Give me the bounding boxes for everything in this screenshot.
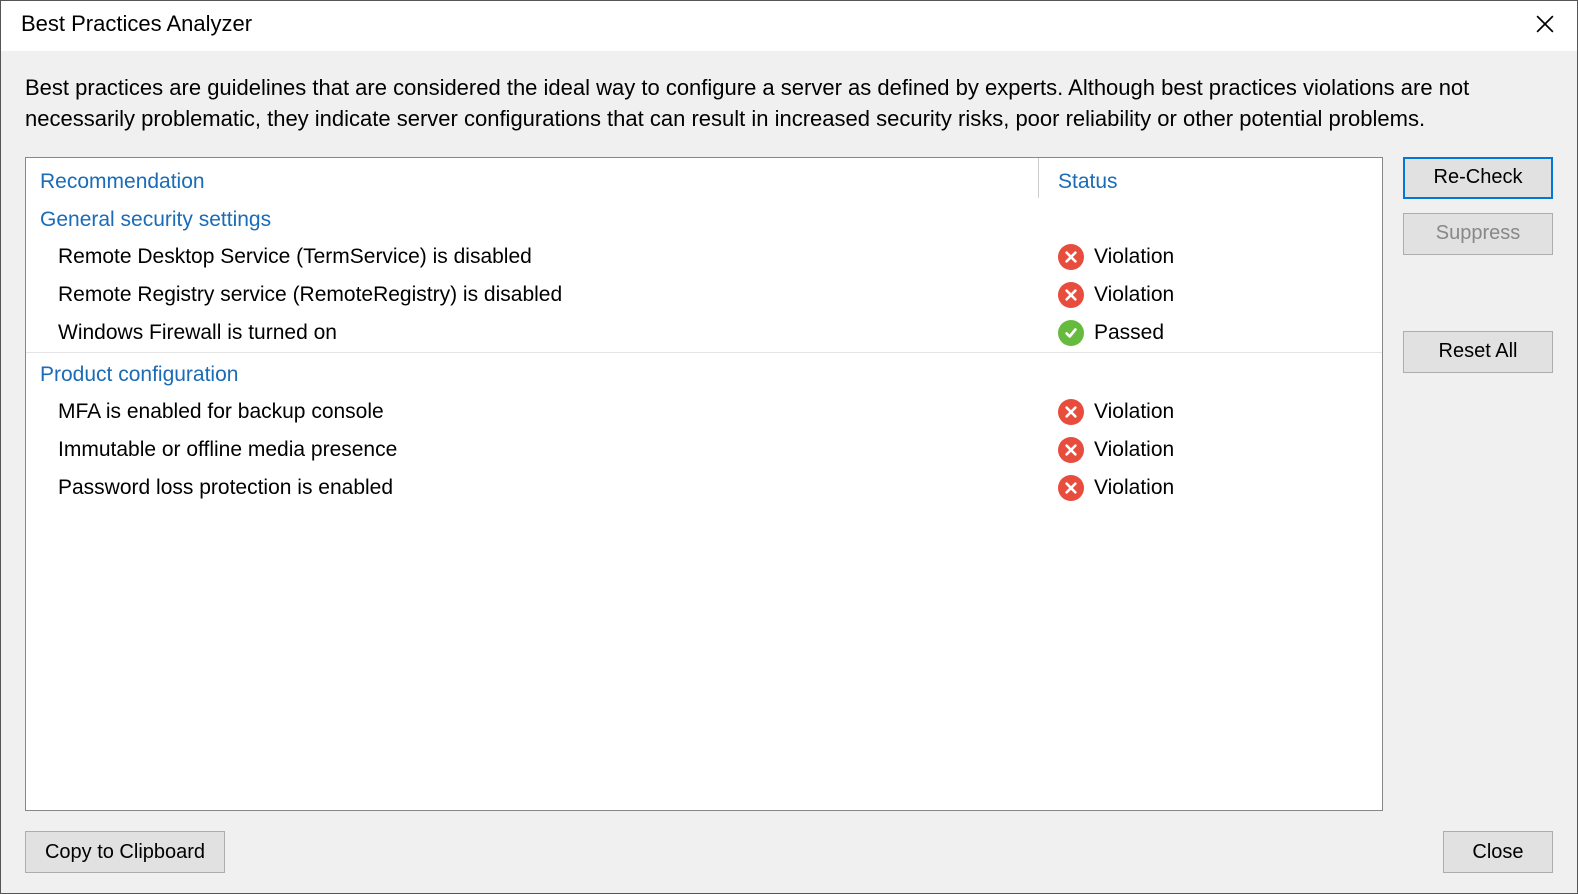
recommendation-text: Windows Firewall is turned on — [40, 321, 1058, 345]
footer: Copy to Clipboard Close — [25, 831, 1553, 873]
violation-icon — [1058, 399, 1084, 425]
table-row[interactable]: Remote Desktop Service (TermService) is … — [26, 238, 1382, 276]
status-cell: Passed — [1058, 320, 1368, 346]
description-text: Best practices are guidelines that are c… — [25, 73, 1553, 135]
violation-icon — [1058, 244, 1084, 270]
table-row[interactable]: Windows Firewall is turned on Passed — [26, 314, 1382, 352]
column-header-status-label: Status — [1058, 170, 1118, 193]
side-button-panel: Re-Check Suppress Reset All — [1403, 157, 1553, 811]
recheck-button[interactable]: Re-Check — [1403, 157, 1553, 199]
status-cell: Violation — [1058, 475, 1368, 501]
violation-icon — [1058, 437, 1084, 463]
status-label: Violation — [1094, 400, 1174, 424]
results-table: Recommendation Status General security s… — [25, 157, 1383, 811]
passed-icon — [1058, 320, 1084, 346]
dialog-content: Best practices are guidelines that are c… — [1, 51, 1577, 893]
violation-icon — [1058, 475, 1084, 501]
dialog-title: Best Practices Analyzer — [21, 11, 252, 37]
table-row[interactable]: Immutable or offline media presence Viol… — [26, 431, 1382, 469]
recommendation-text: Remote Registry service (RemoteRegistry)… — [40, 283, 1058, 307]
recommendation-text: Remote Desktop Service (TermService) is … — [40, 245, 1058, 269]
recommendation-text: MFA is enabled for backup console — [40, 400, 1058, 424]
status-cell: Violation — [1058, 244, 1368, 270]
footer-right: Close — [1443, 831, 1553, 873]
suppress-button: Suppress — [1403, 213, 1553, 255]
status-label: Passed — [1094, 321, 1164, 345]
table-header: Recommendation Status — [26, 158, 1382, 202]
copy-clipboard-button[interactable]: Copy to Clipboard — [25, 831, 225, 873]
column-header-status[interactable]: Status — [1058, 170, 1368, 194]
table-row[interactable]: Password loss protection is enabled Viol… — [26, 469, 1382, 507]
status-cell: Violation — [1058, 437, 1368, 463]
recommendation-text: Immutable or offline media presence — [40, 438, 1058, 462]
table-row[interactable]: Remote Registry service (RemoteRegistry)… — [26, 276, 1382, 314]
main-area: Recommendation Status General security s… — [25, 157, 1553, 811]
footer-left: Copy to Clipboard — [25, 831, 225, 873]
recommendation-text: Password loss protection is enabled — [40, 476, 1058, 500]
status-label: Violation — [1094, 245, 1174, 269]
status-label: Violation — [1094, 283, 1174, 307]
group-header: Product configuration — [26, 352, 1382, 393]
close-button[interactable]: Close — [1443, 831, 1553, 873]
status-cell: Violation — [1058, 399, 1368, 425]
violation-icon — [1058, 282, 1084, 308]
close-icon[interactable] — [1525, 9, 1565, 39]
dialog-window: Best Practices Analyzer Best practices a… — [0, 0, 1578, 894]
status-cell: Violation — [1058, 282, 1368, 308]
status-label: Violation — [1094, 438, 1174, 462]
status-label: Violation — [1094, 476, 1174, 500]
title-bar: Best Practices Analyzer — [1, 1, 1577, 51]
group-header: General security settings — [26, 202, 1382, 238]
reset-all-button[interactable]: Reset All — [1403, 331, 1553, 373]
column-header-recommendation[interactable]: Recommendation — [40, 170, 1058, 194]
column-divider — [1038, 158, 1039, 198]
button-spacer — [1403, 269, 1553, 317]
table-row[interactable]: MFA is enabled for backup console Violat… — [26, 393, 1382, 431]
